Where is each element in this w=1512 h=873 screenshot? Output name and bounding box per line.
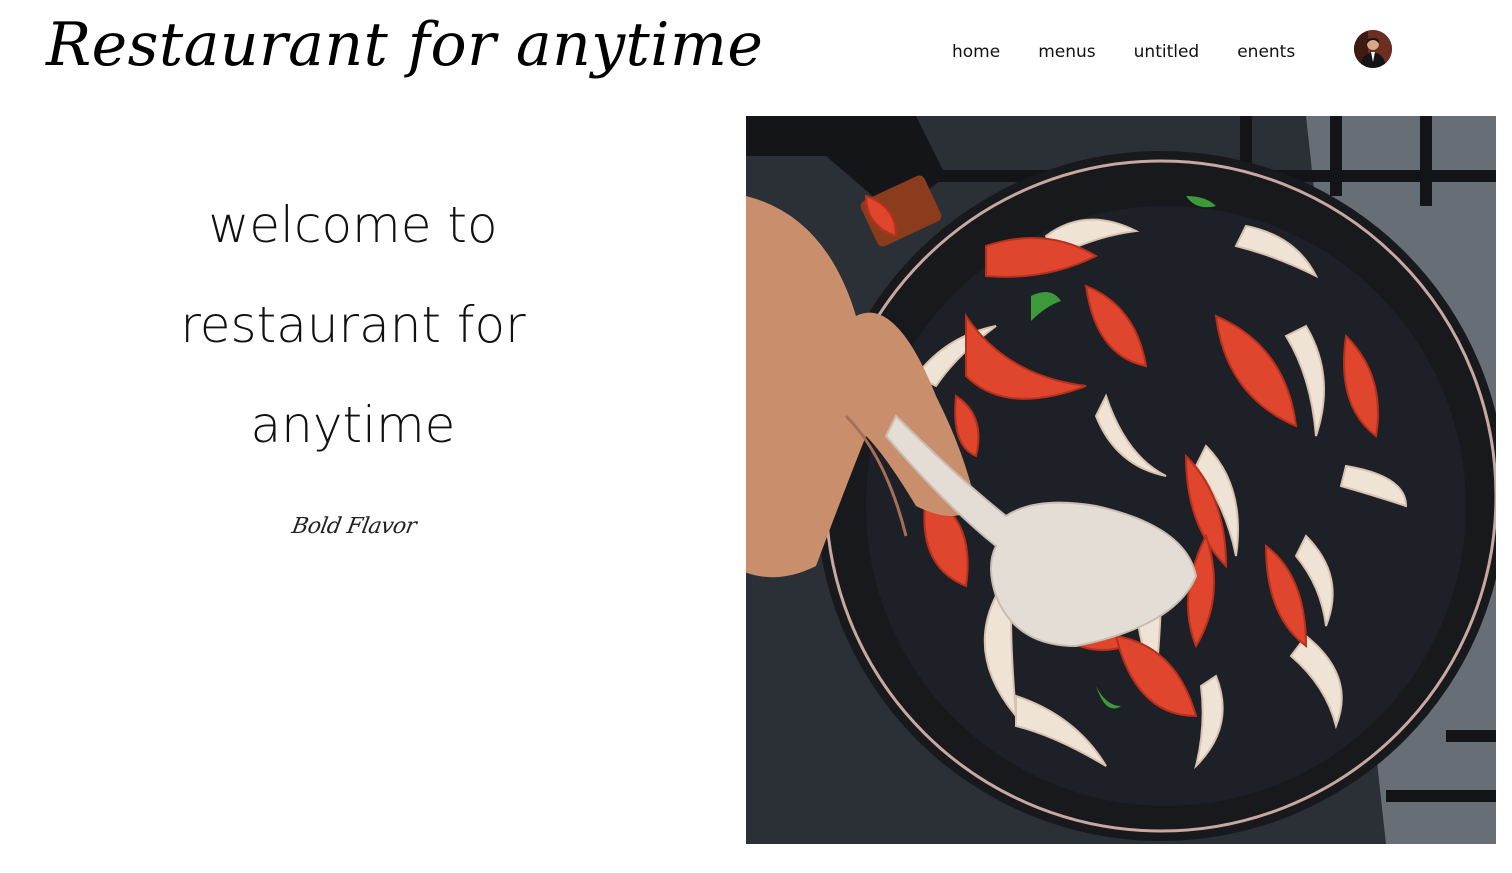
page: Restaurant for anytime home menus untitl… <box>0 0 1512 873</box>
hero-heading: welcome to restaurant for anytime <box>180 196 526 454</box>
nav-item-enents[interactable]: enents <box>1231 36 1301 68</box>
pan-with-vegetables-image <box>746 116 1496 844</box>
hero-tagline: Bold Flavor <box>289 514 419 539</box>
avatar-person-icon <box>1354 30 1392 68</box>
nav-item-untitled[interactable]: untitled <box>1128 36 1206 68</box>
user-avatar[interactable] <box>1354 30 1392 68</box>
site-title[interactable]: Restaurant for anytime <box>46 2 763 88</box>
nav-item-menus[interactable]: menus <box>1032 36 1101 68</box>
nav-item-home[interactable]: home <box>946 36 1006 68</box>
hero-cooking-photo <box>746 116 1496 844</box>
main-nav: home menus untitled enents <box>946 36 1301 68</box>
